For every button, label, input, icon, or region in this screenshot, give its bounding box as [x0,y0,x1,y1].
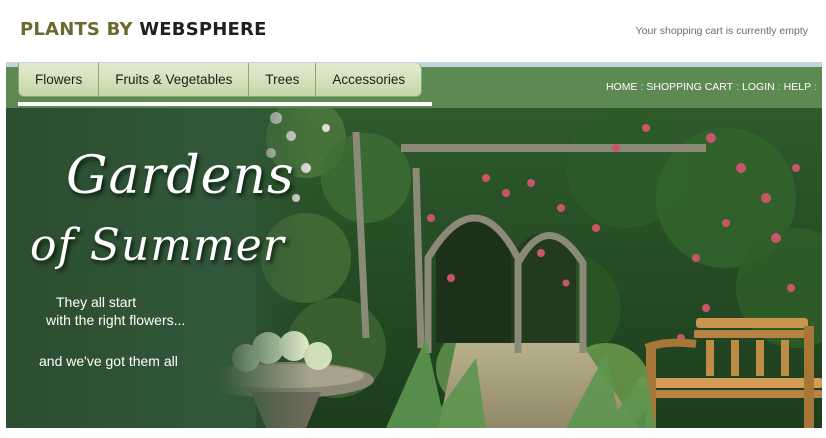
logo-part-websphere: WEBSPHERE [139,19,267,40]
category-tabs: Flowers Fruits & Vegetables Trees Access… [18,62,423,104]
hero-banner[interactable]: Gardens of Summer They all start with th… [6,108,822,428]
hero-headline-line1: Gardens [66,146,295,206]
link-help[interactable]: HELP [784,81,811,93]
tabs-underline [18,102,432,106]
hero-tagline-line3: and we've got them all [39,353,178,369]
link-separator: : [640,81,644,93]
tab-flowers[interactable]: Flowers [18,63,99,97]
link-login[interactable]: LOGIN [742,81,775,93]
tab-trees[interactable]: Trees [248,63,316,97]
main-nav-bar: Flowers Fruits & Vegetables Trees Access… [6,62,822,108]
logo-part-plants-by: PLANTS BY [20,19,133,40]
link-separator: : [814,81,817,93]
link-separator: : [777,81,781,93]
top-links: HOME: SHOPPING CART: LOGIN: HELP: [606,81,820,93]
hero-headline-line2: of Summer [30,220,285,271]
link-home[interactable]: HOME [606,81,638,93]
link-shopping-cart[interactable]: SHOPPING CART [646,81,733,93]
arch-opening [436,220,511,343]
site-header: PLANTS BY WEBSPHERE Your shopping cart i… [0,0,826,62]
site-logo[interactable]: PLANTS BY WEBSPHERE [20,19,267,40]
hero-tagline-line2: with the right flowers... [46,312,186,328]
tab-fruits-vegetables[interactable]: Fruits & Vegetables [98,63,249,97]
cart-status-text: Your shopping cart is currently empty [635,25,808,37]
hero-tagline-line1: They all start [56,294,137,310]
link-separator: : [736,81,740,93]
tab-accessories[interactable]: Accessories [315,63,423,97]
